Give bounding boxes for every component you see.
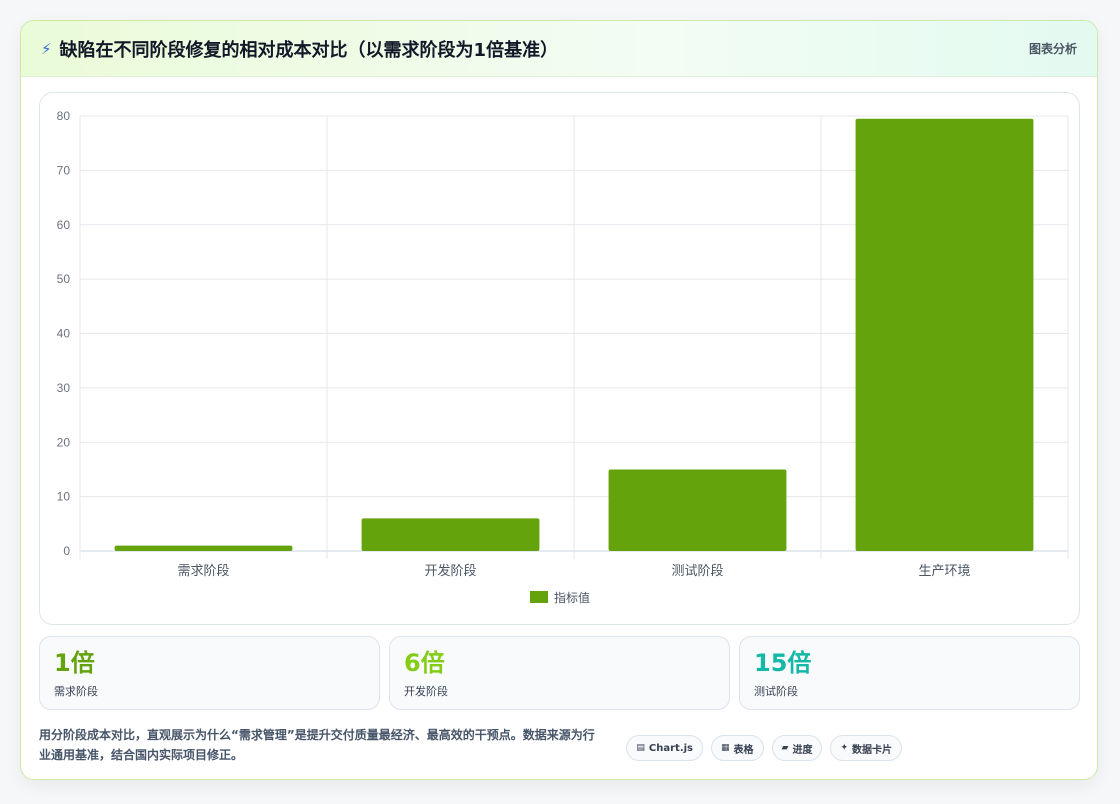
pill-label: 进度	[792, 744, 813, 756]
lightning-icon: ⚡	[41, 39, 52, 58]
y-tick-label: 80	[57, 109, 71, 123]
stat-card-development: 6倍 开发阶段	[389, 636, 730, 710]
bar-生产环境	[855, 118, 1034, 551]
x-tick-label: 生产环境	[918, 564, 970, 579]
bar-测试阶段	[608, 469, 787, 551]
stat-label: 开发阶段	[404, 685, 448, 698]
y-tick-label: 0	[63, 544, 70, 558]
stat-label: 需求阶段	[54, 685, 98, 698]
stat-card-testing: 15倍 测试阶段	[739, 636, 1080, 710]
stat-value: 1倍	[54, 649, 95, 677]
stat-card-requirements: 1倍 需求阶段	[39, 636, 380, 710]
table-icon: ▦	[721, 743, 730, 753]
chart-icon: ▤	[636, 743, 645, 753]
card-header: ⚡ 缺陷在不同阶段修复的相对成本对比（以需求阶段为1倍基准） 图表分析	[21, 21, 1097, 77]
stat-label: 测试阶段	[754, 685, 798, 698]
stat-cards: 1倍 需求阶段 6倍 开发阶段 15倍 测试阶段	[39, 636, 1080, 710]
bar-需求阶段	[114, 545, 293, 551]
pill-label: 表格	[733, 744, 754, 756]
bar-开发阶段	[361, 518, 540, 551]
page-title: 缺陷在不同阶段修复的相对成本对比（以需求阶段为1倍基准）	[59, 39, 559, 61]
pill-data-card[interactable]: ✦ 数据卡片	[830, 735, 902, 761]
x-tick-label: 测试阶段	[671, 564, 723, 579]
pill-label: 数据卡片	[852, 744, 892, 756]
card-footer: 用分阶段成本对比，直观展示为什么“需求管理”是提升交付质量最经济、最高效的干预点…	[39, 721, 1080, 771]
pill-progress[interactable]: ▰ 进度	[771, 735, 823, 761]
chart-card: ⚡ 缺陷在不同阶段修复的相对成本对比（以需求阶段为1倍基准） 图表分析 0 10 2…	[20, 20, 1098, 780]
sparkle-icon: ✦	[840, 743, 848, 753]
x-tick-label: 开发阶段	[424, 563, 476, 579]
y-tick-label: 60	[57, 218, 71, 232]
y-tick-label: 70	[57, 163, 71, 177]
y-tick-label: 50	[57, 272, 71, 286]
y-tick-label: 30	[57, 381, 71, 395]
feature-pills: ▤ Chart.js ▦ 表格 ▰ 进度 ✦ 数据卡片	[626, 735, 902, 761]
stat-value: 6倍	[404, 649, 445, 677]
y-tick-label: 40	[57, 327, 71, 341]
stat-value: 15倍	[754, 649, 812, 677]
pill-label: Chart.js	[648, 742, 694, 754]
progress-icon: ▰	[781, 743, 789, 753]
chart-panel: 0 10 20 30 40 50 60 70 80 需求阶段 开发阶段 测试阶段 生产环境指标值	[39, 92, 1080, 625]
y-tick-label: 20	[57, 435, 71, 449]
chart-analysis-tag[interactable]: 图表分析	[1029, 40, 1077, 57]
x-tick-label: 需求阶段	[177, 564, 229, 579]
y-tick-label: 10	[57, 490, 71, 504]
pill-chartjs[interactable]: ▤ Chart.js	[626, 735, 704, 761]
pill-table[interactable]: ▦ 表格	[711, 735, 764, 761]
bar-chart: 0 10 20 30 40 50 60 70 80 需求阶段 开发阶段 测试阶段 生产环境指标值	[57, 109, 1069, 605]
footer-description: 用分阶段成本对比，直观展示为什么“需求管理”是提升交付质量最经济、最高效的干预点…	[39, 728, 595, 762]
legend-swatch	[530, 591, 548, 603]
legend-label: 指标值	[554, 590, 590, 605]
